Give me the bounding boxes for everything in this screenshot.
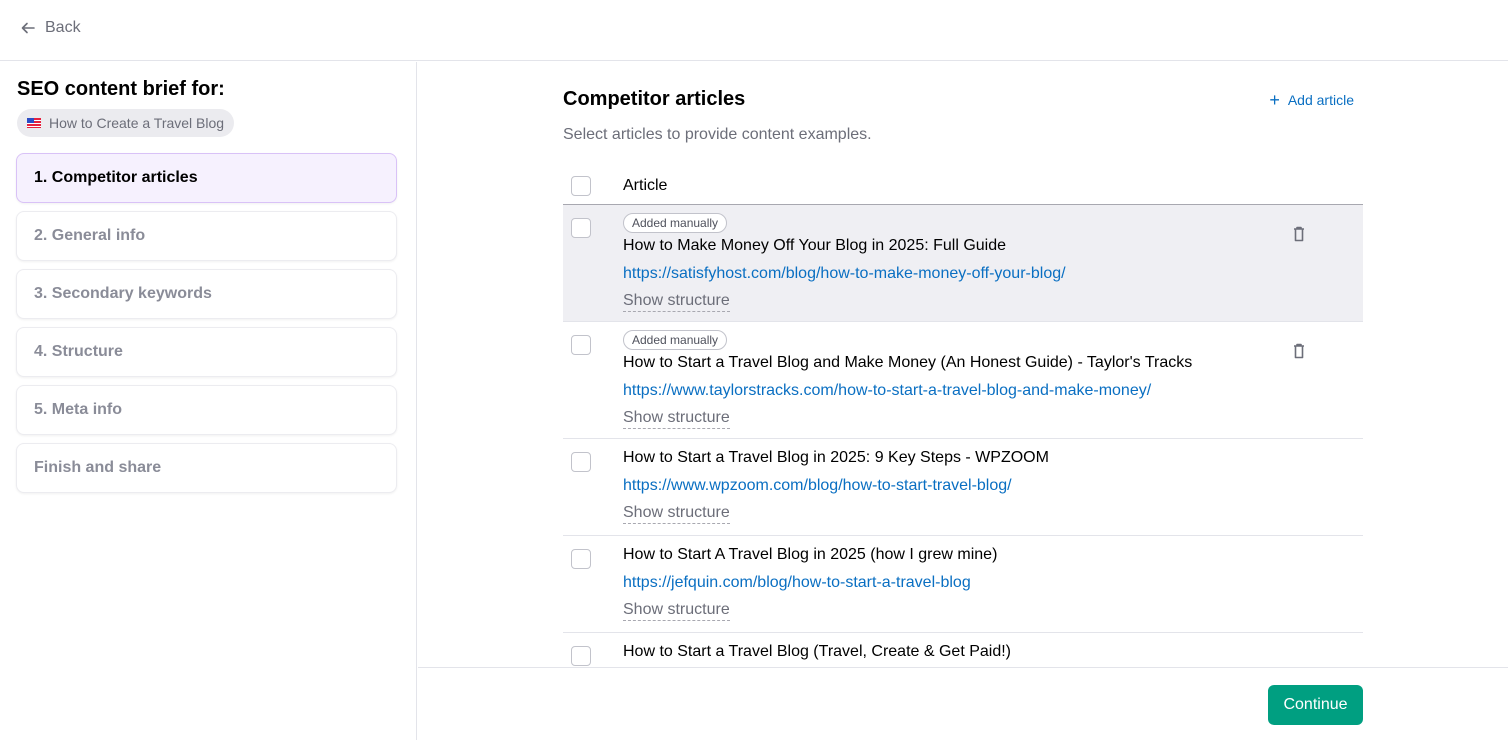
added-manually-badge: Added manually	[623, 330, 728, 350]
keyword-label: How to Create a Travel Blog	[49, 115, 225, 131]
article-url-link[interactable]: https://jefquin.com/blog/how-to-start-a-…	[623, 572, 971, 594]
show-structure-link[interactable]: Show structure	[623, 503, 730, 524]
footer-bar: Continue	[418, 667, 1508, 740]
article-title: How to Start A Travel Blog in 2025 (how …	[623, 546, 998, 563]
add-article-button[interactable]: + Add article	[1269, 89, 1354, 110]
section-title: Competitor articles	[563, 88, 746, 110]
table-row: How to Start A Travel Blog in 2025 (how …	[563, 536, 1363, 633]
sidebar: SEO content brief for: How to Create a T…	[0, 62, 417, 740]
back-label: Back	[45, 19, 81, 36]
step-label: 3. Secondary keywords	[34, 285, 212, 302]
add-article-label: Add article	[1287, 91, 1354, 108]
show-structure-link[interactable]: Show structure	[623, 291, 730, 312]
column-header-article: Article	[623, 176, 668, 194]
show-structure-link[interactable]: Show structure	[623, 408, 730, 429]
top-bar: Back	[0, 0, 1508, 61]
step-label: Finish and share	[34, 459, 162, 476]
table-row: Added manually How to Start a Travel Blo…	[563, 322, 1363, 439]
row-checkbox[interactable]	[571, 335, 591, 355]
article-url-link[interactable]: https://www.taylorstracks.com/how-to-sta…	[623, 380, 1151, 402]
row-checkbox[interactable]	[571, 452, 591, 472]
article-url-link[interactable]: https://www.wpzoom.com/blog/how-to-start…	[623, 475, 1012, 497]
table-row: How to Start a Travel Blog (Travel, Crea…	[563, 633, 1363, 667]
main-panel: Competitor articles + Add article Select…	[418, 62, 1508, 667]
table-row: Added manually How to Make Money Off You…	[563, 205, 1363, 322]
article-title: How to Make Money Off Your Blog in 2025:…	[623, 237, 1007, 254]
us-flag-icon	[27, 118, 41, 128]
steps-list: 1. Competitor articles 2. General info 3…	[16, 153, 397, 501]
step-label: 5. Meta info	[34, 401, 123, 418]
arrow-left-icon	[21, 22, 35, 34]
row-checkbox[interactable]	[571, 646, 591, 666]
row-checkbox[interactable]	[571, 549, 591, 569]
step-label: 2. General info	[34, 227, 146, 244]
step-competitor-articles[interactable]: 1. Competitor articles	[16, 153, 397, 203]
continue-button[interactable]: Continue	[1268, 685, 1363, 725]
trash-icon[interactable]	[1291, 225, 1307, 243]
section-subtitle: Select articles to provide content examp…	[563, 126, 872, 143]
step-label: 4. Structure	[34, 343, 123, 360]
article-title: How to Start a Travel Blog in 2025: 9 Ke…	[623, 449, 1049, 466]
table-header: Article	[563, 167, 1363, 205]
step-meta-info[interactable]: 5. Meta info	[16, 385, 397, 435]
back-button[interactable]: Back	[20, 19, 81, 37]
step-label: 1. Competitor articles	[34, 169, 198, 186]
step-general-info[interactable]: 2. General info	[16, 211, 397, 261]
article-title: How to Start a Travel Blog and Make Mone…	[623, 354, 1193, 371]
row-checkbox[interactable]	[571, 218, 591, 238]
articles-table: Article Added manually How to Make Money…	[563, 167, 1363, 667]
plus-icon: +	[1269, 89, 1280, 110]
keyword-chip: How to Create a Travel Blog	[17, 109, 235, 137]
step-finish-and-share[interactable]: Finish and share	[16, 443, 397, 493]
select-all-checkbox[interactable]	[571, 175, 591, 196]
article-url-link[interactable]: https://satisfyhost.com/blog/how-to-make…	[623, 263, 1066, 285]
step-secondary-keywords[interactable]: 3. Secondary keywords	[16, 269, 397, 319]
trash-icon[interactable]	[1291, 342, 1307, 360]
step-structure[interactable]: 4. Structure	[16, 327, 397, 377]
added-manually-badge: Added manually	[623, 213, 728, 233]
show-structure-link[interactable]: Show structure	[623, 600, 730, 621]
brief-title: SEO content brief for:	[17, 78, 225, 100]
table-row: How to Start a Travel Blog in 2025: 9 Ke…	[563, 439, 1363, 536]
article-title: How to Start a Travel Blog (Travel, Crea…	[623, 643, 1011, 660]
